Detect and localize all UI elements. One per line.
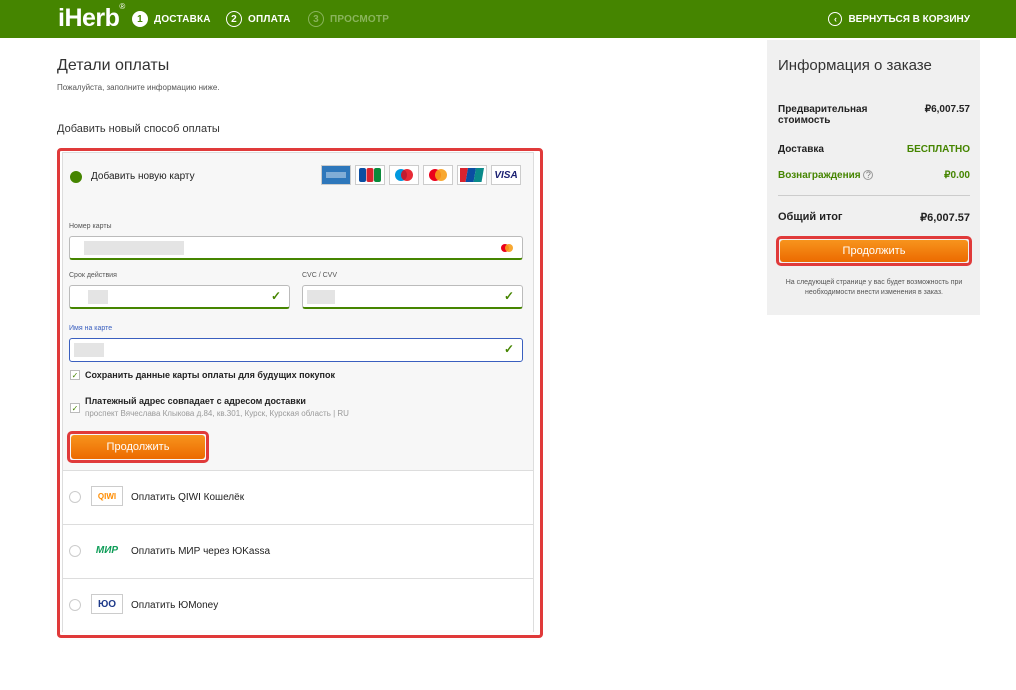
mir-logo-icon: МИР xyxy=(91,540,123,560)
page-title: Детали оплаты xyxy=(57,57,170,74)
payment-option-mir[interactable]: МИР Оплатить МИР через ЮKassa xyxy=(63,525,533,579)
card-number-label: Номер карты xyxy=(69,223,112,230)
mastercard-icon xyxy=(501,244,513,252)
step-number: 2 xyxy=(226,11,242,27)
order-summary-panel: Информация о заказе Предварительная стои… xyxy=(767,40,980,315)
cvc-input[interactable]: ✓ xyxy=(302,285,523,309)
payment-option-qiwi[interactable]: QIWI Оплатить QIWI Кошелёк xyxy=(63,471,533,525)
total-label: Общий итог xyxy=(778,211,843,223)
step-label: ДОСТАВКА xyxy=(154,13,211,25)
billing-same-label: Платежный адрес совпадает с адресом дост… xyxy=(85,396,306,406)
expiry-label: Срок действия xyxy=(69,272,117,279)
total-row: Общий итог ₽6,007.57 xyxy=(778,211,970,224)
back-to-cart-label: ВЕРНУТЬСЯ В КОРЗИНУ xyxy=(848,13,970,25)
subtotal-value: ₽6,007.57 xyxy=(924,104,970,115)
step-delivery[interactable]: 1 ДОСТАВКА xyxy=(132,11,211,27)
summary-note: На следующей странице у вас будет возмож… xyxy=(785,279,963,296)
mir-label: Оплатить МИР через ЮKassa xyxy=(131,546,271,557)
iherb-logo[interactable]: iHerb® xyxy=(58,2,125,33)
step-label: ПРОСМОТР xyxy=(330,13,390,25)
summary-title: Информация о заказе xyxy=(778,57,932,74)
divider xyxy=(778,195,970,196)
cvc-label: CVC / CVV xyxy=(302,272,338,279)
step-label: ОПЛАТА xyxy=(248,13,291,25)
jcb-icon xyxy=(355,165,385,185)
save-card-checkbox[interactable]: ✓ xyxy=(70,370,80,380)
billing-address: проспект Вячеслава Клыкова д.84, кв.301,… xyxy=(85,409,349,418)
name-on-card-label: Имя на карте xyxy=(69,325,113,332)
check-icon: ✓ xyxy=(270,289,281,303)
name-on-card-input[interactable]: ✓ xyxy=(69,338,523,362)
step-payment: 2 ОПЛАТА xyxy=(226,11,291,27)
step-review: 3 ПРОСМОТР xyxy=(308,11,389,27)
section-label: Добавить новый способ оплаты xyxy=(57,123,220,135)
info-icon[interactable]: ? xyxy=(863,170,874,180)
unionpay-icon xyxy=(457,165,487,185)
masked-value xyxy=(84,241,184,255)
check-icon: ✓ xyxy=(503,289,514,303)
card-brands: VISA xyxy=(321,165,521,185)
payment-option-yoomoney[interactable]: ЮO Оплатить ЮMoney xyxy=(63,579,533,633)
maestro-icon xyxy=(389,165,419,185)
mir-radio[interactable] xyxy=(69,545,81,557)
amex-icon xyxy=(321,165,351,185)
step-number: 3 xyxy=(308,11,324,27)
rewards-label: Вознаграждения ? xyxy=(778,170,888,181)
visa-icon: VISA xyxy=(491,165,521,185)
masked-value xyxy=(307,290,335,304)
billing-same-checkbox[interactable]: ✓ xyxy=(70,403,80,413)
top-header: iHerb® 1 ДОСТАВКА 2 ОПЛАТА 3 ПРОСМОТР ‹ … xyxy=(0,0,1016,38)
payment-methods-panel: Добавить новую карту VISA Номер карты Ср… xyxy=(62,152,534,633)
mastercard-icon xyxy=(423,165,453,185)
subtotal-row: Предварительная стоимость ₽6,007.57 xyxy=(778,104,970,126)
card-form-section: Добавить новую карту VISA Номер карты Ср… xyxy=(63,153,533,471)
qiwi-logo-icon: QIWI xyxy=(91,486,123,506)
add-card-label: Добавить новую карту xyxy=(91,171,195,182)
qiwi-label: Оплатить QIWI Кошелёк xyxy=(131,492,245,503)
yoomoney-label: Оплатить ЮMoney xyxy=(131,600,219,611)
page-subtitle: Пожалуйста, заполните информацию ниже. xyxy=(57,83,220,92)
masked-value xyxy=(74,343,104,357)
step-number: 1 xyxy=(132,11,148,27)
expiry-input[interactable]: ✓ xyxy=(69,285,290,309)
yoomoney-radio[interactable] xyxy=(69,599,81,611)
total-value: ₽6,007.57 xyxy=(920,212,970,224)
shipping-value: БЕСПЛАТНО xyxy=(906,144,970,155)
shipping-row: Доставка БЕСПЛАТНО xyxy=(778,144,970,155)
continue-button[interactable]: Продолжить xyxy=(71,435,205,459)
check-icon: ✓ xyxy=(503,342,514,356)
save-card-label: Сохранить данные карты оплаты для будущи… xyxy=(85,370,335,380)
rewards-value: ₽0.00 xyxy=(944,170,970,181)
yoomoney-logo-icon: ЮO xyxy=(91,594,123,614)
qiwi-radio[interactable] xyxy=(69,491,81,503)
summary-continue-button[interactable]: Продолжить xyxy=(780,240,968,262)
add-card-radio[interactable] xyxy=(70,171,82,183)
shipping-label: Доставка xyxy=(778,144,824,155)
card-number-input[interactable] xyxy=(69,236,523,260)
masked-value xyxy=(88,290,108,304)
rewards-row: Вознаграждения ? ₽0.00 xyxy=(778,170,970,181)
chevron-left-icon: ‹ xyxy=(828,12,843,26)
subtotal-label: Предварительная стоимость xyxy=(778,104,868,126)
back-to-cart-link[interactable]: ‹ ВЕРНУТЬСЯ В КОРЗИНУ xyxy=(828,12,970,26)
